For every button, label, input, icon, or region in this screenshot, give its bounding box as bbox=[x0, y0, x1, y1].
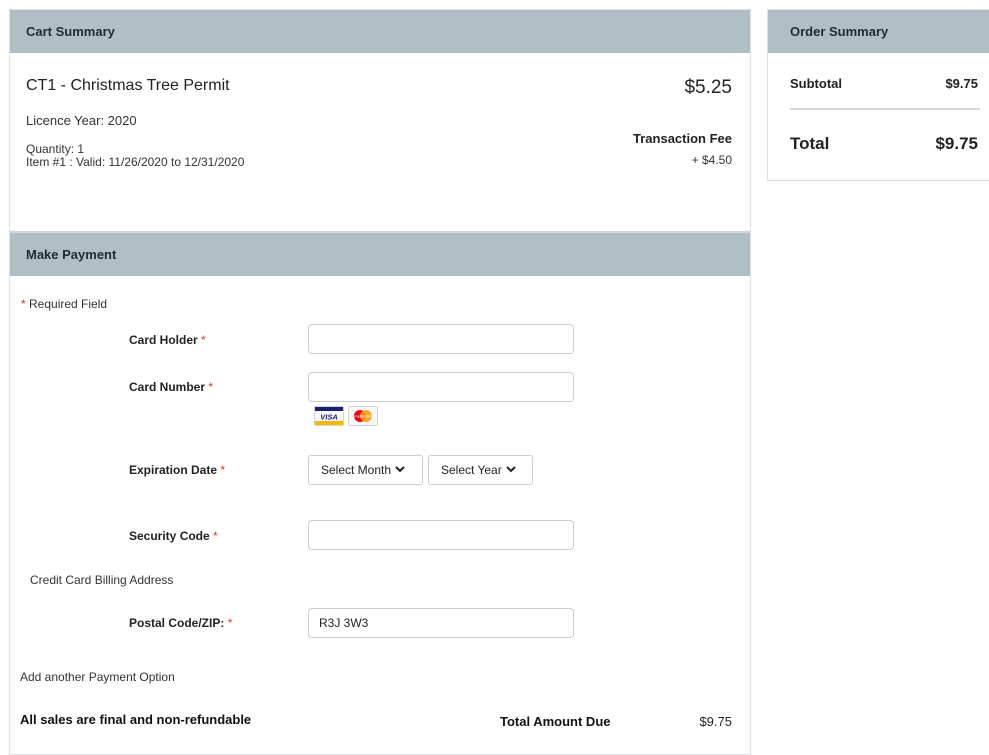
security-code-label-text: Security Code bbox=[129, 529, 210, 543]
required-star: * bbox=[227, 616, 233, 630]
subtotal-label: Subtotal bbox=[790, 76, 842, 91]
security-code-input[interactable] bbox=[308, 520, 574, 550]
expiration-date-label: Expiration Date * bbox=[129, 463, 225, 477]
card-number-label-text: Card Number bbox=[129, 380, 206, 394]
item-validity: Item #1 : Valid: 11/26/2020 to 12/31/202… bbox=[26, 155, 245, 169]
card-number-label: Card Number * bbox=[129, 380, 213, 394]
required-star: * bbox=[21, 297, 26, 311]
order-summary-header: Order Summary bbox=[768, 10, 989, 53]
cart-summary-panel: Cart Summary CT1 - Christmas Tree Permit… bbox=[9, 9, 751, 231]
transaction-fee-value: + $4.50 bbox=[691, 153, 732, 167]
visa-logo-text: VISA bbox=[320, 413, 338, 422]
expiration-month-select[interactable]: Select Month bbox=[308, 455, 423, 485]
postal-code-label-text: Postal Code/ZIP: bbox=[129, 616, 225, 630]
chevron-down-icon bbox=[506, 466, 516, 473]
expiration-year-select[interactable]: Select Year bbox=[428, 455, 533, 485]
make-payment-header: Make Payment bbox=[10, 233, 750, 276]
make-payment-panel: Make Payment * Required Field Card Holde… bbox=[9, 231, 751, 755]
cart-item-price: $5.25 bbox=[684, 77, 732, 98]
licence-year: Licence Year: 2020 bbox=[26, 113, 137, 128]
required-star: * bbox=[201, 333, 206, 347]
card-holder-label: Card Holder * bbox=[129, 333, 206, 347]
subtotal-value: $9.75 bbox=[945, 76, 978, 91]
required-star: * bbox=[208, 380, 214, 394]
security-code-label: Security Code * bbox=[129, 529, 218, 543]
expiration-month-value: Select Month bbox=[321, 463, 392, 477]
order-summary-panel: Order Summary Subtotal $9.75 Total $9.75 bbox=[767, 9, 989, 181]
card-holder-label-text: Card Holder bbox=[129, 333, 198, 347]
order-summary-divider bbox=[790, 108, 980, 110]
required-field-text: Required Field bbox=[29, 297, 108, 311]
mastercard-icon: mastercard bbox=[348, 406, 378, 426]
required-star: * bbox=[213, 529, 218, 543]
total-label: Total bbox=[790, 134, 830, 153]
visa-card-icon: VISA bbox=[314, 406, 344, 426]
postal-code-input[interactable] bbox=[308, 608, 574, 638]
add-payment-option-link[interactable]: Add another Payment Option bbox=[20, 670, 175, 684]
cart-summary-header: Cart Summary bbox=[10, 10, 750, 53]
required-star: * bbox=[220, 463, 226, 477]
expiration-year-value: Select Year bbox=[441, 463, 502, 477]
card-number-input[interactable] bbox=[308, 372, 574, 402]
item-details: Quantity: 1 Item #1 : Valid: 11/26/2020 … bbox=[26, 143, 244, 169]
expiration-date-label-text: Expiration Date bbox=[129, 463, 218, 477]
mastercard-logo-text: mastercard bbox=[355, 415, 372, 419]
final-sale-note: All sales are final and non-refundable bbox=[20, 712, 252, 727]
transaction-fee-label: Transaction Fee bbox=[633, 131, 732, 146]
total-amount-due-label: Total Amount Due bbox=[500, 714, 611, 729]
required-field-note: * Required Field bbox=[21, 297, 107, 311]
total-amount-due-value: $9.75 bbox=[699, 714, 732, 729]
cart-item-title: CT1 - Christmas Tree Permit bbox=[26, 77, 230, 94]
total-value: $9.75 bbox=[935, 134, 978, 153]
postal-code-label: Postal Code/ZIP: * bbox=[129, 616, 232, 630]
card-holder-input[interactable] bbox=[308, 324, 574, 354]
billing-address-heading: Credit Card Billing Address bbox=[30, 573, 174, 587]
chevron-down-icon bbox=[395, 466, 405, 473]
